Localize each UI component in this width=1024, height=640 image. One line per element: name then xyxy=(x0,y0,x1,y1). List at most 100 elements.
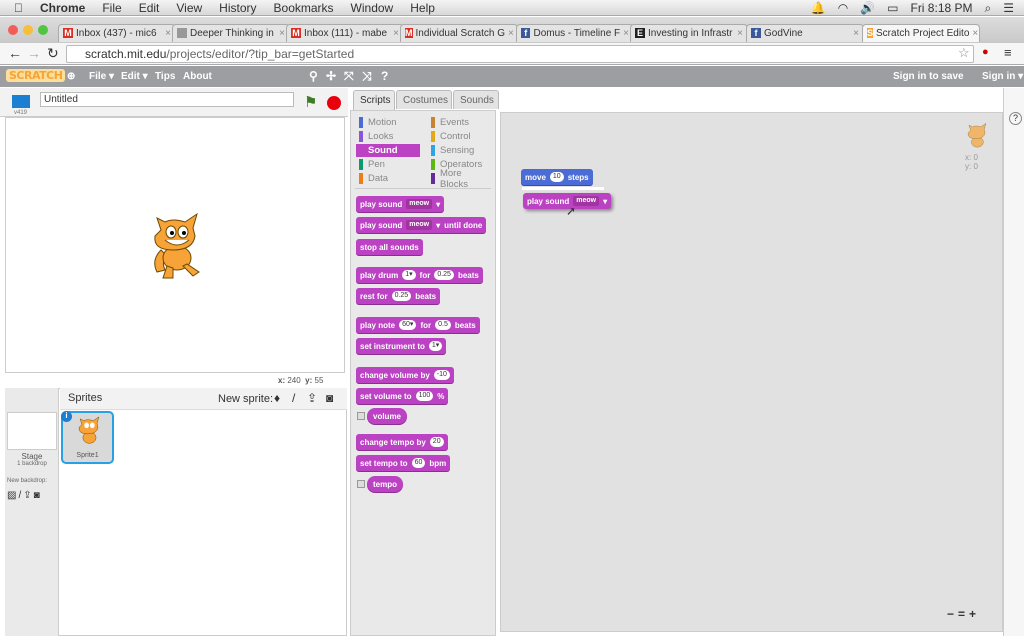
tab-scripts[interactable]: Scripts xyxy=(353,90,395,111)
block-input[interactable]: 0.25 xyxy=(434,270,454,280)
about-link[interactable]: About xyxy=(183,71,212,82)
category-control[interactable]: Control xyxy=(428,130,492,143)
project-title-input[interactable]: Untitled xyxy=(40,92,294,107)
extension-icon[interactable]: ● xyxy=(982,46,989,58)
info-icon[interactable]: i xyxy=(61,411,72,422)
block-input[interactable]: 10 xyxy=(549,172,564,182)
category-pen[interactable]: Pen xyxy=(356,158,420,171)
block-input[interactable]: 20 xyxy=(429,437,444,447)
block-dropdown[interactable]: meow xyxy=(406,220,433,230)
menu-window[interactable]: Window xyxy=(351,1,394,15)
block-dropdown[interactable]: meow xyxy=(406,199,433,209)
block[interactable]: move 10 steps xyxy=(521,169,593,185)
browser-tab[interactable]: M Inbox (437) - mic6 × xyxy=(58,24,176,42)
block[interactable]: change tempo by 20 xyxy=(356,434,448,450)
fullscreen-icon[interactable] xyxy=(12,95,30,108)
browser-tab[interactable]: M Inbox (111) - mabe × xyxy=(286,24,404,42)
camera-backdrop-icon[interactable]: ◙ xyxy=(34,490,40,501)
apple-icon[interactable]:  xyxy=(14,1,23,15)
zoom-window-button[interactable] xyxy=(38,25,48,35)
battery-icon[interactable]: ▭ xyxy=(887,1,898,16)
browser-tab[interactable]: E Investing in Infrastr × xyxy=(630,24,748,42)
menu-history[interactable]: History xyxy=(219,1,256,15)
block[interactable]: set instrument to 1▾ xyxy=(356,338,447,354)
block-input[interactable]: 0.5 xyxy=(435,320,451,330)
block-input[interactable]: 100 xyxy=(415,391,434,401)
back-icon[interactable]: ← xyxy=(8,45,22,61)
tab-close-icon[interactable]: × xyxy=(393,28,399,39)
stop-button[interactable] xyxy=(327,96,341,110)
block[interactable]: set volume to 100% xyxy=(356,388,449,404)
green-flag-icon[interactable]: ⚑ xyxy=(304,93,317,111)
address-bar[interactable]: scratch.mit.edu/projects/editor/?tip_bar… xyxy=(66,45,974,63)
edit-menu[interactable]: Edit ▾ xyxy=(121,71,148,82)
scratch-cat-sprite[interactable] xyxy=(143,210,209,282)
globe-icon[interactable]: ⊕ xyxy=(67,71,75,82)
tab-close-icon[interactable]: × xyxy=(165,28,171,39)
volume-icon[interactable]: 🔊 xyxy=(860,1,875,16)
tab-costumes[interactable]: Costumes xyxy=(396,90,452,109)
sprite-library-icon[interactable]: ♦ xyxy=(274,391,280,405)
grow-icon[interactable]: ⤧ xyxy=(344,69,354,84)
tips-link[interactable]: Tips xyxy=(155,71,175,82)
block[interactable]: play drum 1▾ for 0.25 beats xyxy=(356,267,483,283)
block-input[interactable]: 60▾ xyxy=(399,320,417,330)
browser-tab[interactable]: f Domus - Timeline F × xyxy=(516,24,634,42)
delete-icon[interactable]: ✢ xyxy=(326,69,336,83)
block[interactable]: play note 60▾ for 0.5 beats xyxy=(356,317,480,333)
chrome-menu-icon[interactable]: ≡ xyxy=(1004,45,1012,60)
browser-tab[interactable]: S Scratch Project Edito × xyxy=(862,24,980,42)
block-input[interactable]: 60 xyxy=(411,458,426,468)
tab-close-icon[interactable]: × xyxy=(737,28,743,39)
category-more-blocks[interactable]: More Blocks xyxy=(428,168,492,190)
block[interactable]: tempo xyxy=(367,476,403,492)
camera-sprite-icon[interactable]: ◙ xyxy=(326,391,333,405)
tab-close-icon[interactable]: × xyxy=(279,28,285,39)
block[interactable]: set tempo to 60 bpm xyxy=(356,455,451,471)
menu-view[interactable]: View xyxy=(176,1,202,15)
category-looks[interactable]: Looks xyxy=(356,130,420,143)
help-icon[interactable]: ? xyxy=(381,69,388,83)
block-input[interactable]: 1▾ xyxy=(402,270,416,280)
menu-edit[interactable]: Edit xyxy=(139,1,160,15)
star-icon[interactable]: ☆ xyxy=(958,45,970,61)
category-data[interactable]: Data xyxy=(356,172,420,185)
menu-help[interactable]: Help xyxy=(410,1,435,15)
block[interactable]: rest for 0.25 beats xyxy=(356,288,441,304)
sprite-thumbnail[interactable]: i Sprite1 xyxy=(61,411,114,464)
bell-icon[interactable]: 🔔 xyxy=(811,1,826,16)
scripts-area[interactable]: x: 0 y: 0 − = + xyxy=(500,112,1003,632)
zoom-out-button[interactable]: − xyxy=(947,607,954,621)
duplicate-icon[interactable]: ⚲ xyxy=(309,69,318,83)
category-events[interactable]: Events xyxy=(428,116,492,129)
zoom-reset-button[interactable]: = xyxy=(958,607,965,621)
wifi-icon[interactable]: ◠ xyxy=(838,1,848,16)
upload-backdrop-icon[interactable]: ⇪ xyxy=(23,490,31,501)
category-motion[interactable]: Motion xyxy=(356,116,420,129)
tab-close-icon[interactable]: × xyxy=(508,28,514,39)
sign-in-menu[interactable]: Sign in ▾ xyxy=(982,71,1023,82)
menu-chrome[interactable]: Chrome xyxy=(40,1,85,15)
forward-icon[interactable]: → xyxy=(27,45,41,61)
paint-backdrop-icon[interactable]: / xyxy=(18,490,21,501)
category-sound[interactable]: Sound xyxy=(356,144,420,157)
sign-in-to-save-link[interactable]: Sign in to save xyxy=(893,71,964,82)
category-sensing[interactable]: Sensing xyxy=(428,144,492,157)
tab-close-icon[interactable]: × xyxy=(853,28,859,39)
block-input[interactable]: 1▾ xyxy=(428,341,443,351)
spotlight-icon[interactable]: ⌕ xyxy=(985,1,992,16)
menu-bookmarks[interactable]: Bookmarks xyxy=(274,1,334,15)
shrink-icon[interactable]: ⤨ xyxy=(362,69,372,84)
monitor-checkbox[interactable] xyxy=(357,412,365,420)
block-dropdown[interactable]: meow xyxy=(573,196,600,206)
browser-tab[interactable]: Deeper Thinking in × xyxy=(172,24,290,42)
clock[interactable]: Fri 8:18 PM xyxy=(910,1,972,16)
backdrop-library-icon[interactable]: ▨ xyxy=(7,490,16,501)
tab-close-icon[interactable]: × xyxy=(623,28,629,39)
block[interactable]: volume xyxy=(367,408,408,424)
file-menu[interactable]: File ▾ xyxy=(89,71,114,82)
reload-icon[interactable]: ↻ xyxy=(47,45,59,62)
block[interactable]: play sound meow ▾ xyxy=(356,196,445,212)
browser-tab[interactable]: f GodVine × xyxy=(746,24,864,42)
browser-tab[interactable]: M Individual Scratch G × xyxy=(400,24,518,42)
